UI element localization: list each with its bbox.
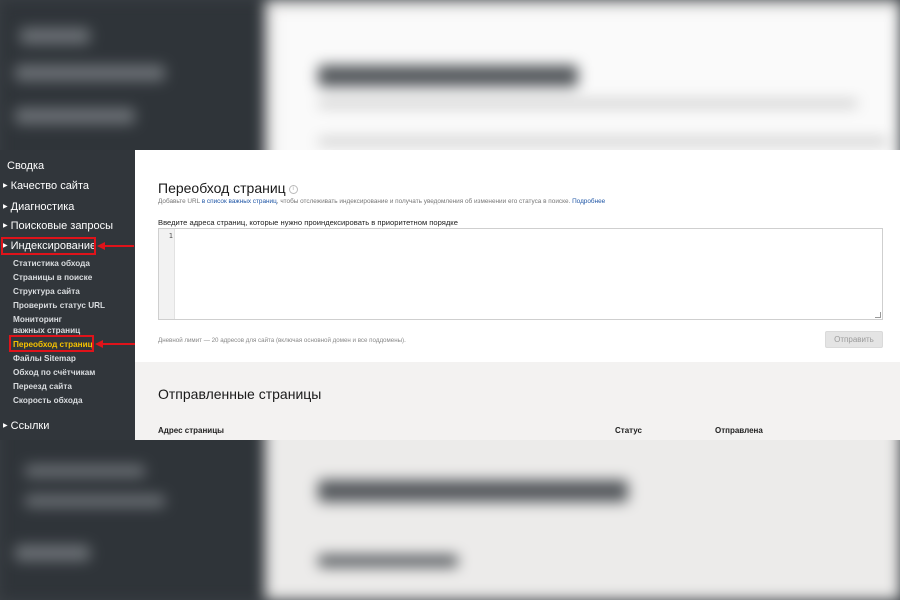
line-gutter: 1	[159, 229, 175, 319]
page-description: Добавьте URL в список важных страниц, чт…	[158, 198, 606, 205]
daily-limit-text: Дневной лимит — 20 адресов для сайта (вк…	[158, 337, 406, 344]
sidebar-subitem-check-url[interactable]: Проверить статус URL	[13, 300, 105, 311]
bg-nav-bar	[20, 28, 90, 44]
triangle-right-icon: ▶	[3, 204, 8, 210]
main-content: Переобход страниц i Добавьте URL в список…	[135, 150, 900, 440]
sidebar-item-diagnostics[interactable]: ▶ Диагностика	[3, 201, 74, 213]
sidebar-subitem-crawl-speed[interactable]: Скорость обхода	[13, 395, 83, 406]
resize-handle-icon[interactable]	[875, 312, 881, 318]
info-icon[interactable]: i	[288, 185, 298, 194]
bg-title	[318, 65, 578, 87]
bg-text	[318, 138, 888, 145]
annotation-box-recrawl	[9, 335, 94, 352]
line-number: 1	[168, 232, 173, 240]
sidebar-subitem-pages-in-search[interactable]: Страницы в поиске	[13, 272, 92, 283]
annotation-arrow-indexing	[104, 245, 134, 247]
sidebar-subitem-monitoring[interactable]: Мониторинг	[13, 314, 62, 325]
triangle-right-icon: ▶	[3, 183, 8, 189]
sidebar-item-search-queries[interactable]: ▶ Поисковые запросы	[3, 220, 113, 232]
sidebar-item-links[interactable]: ▶ Ссылки	[3, 420, 49, 432]
sidebar-subitem-crawl-stats[interactable]: Статистика обхода	[13, 258, 90, 269]
url-input-textarea[interactable]: 1	[158, 228, 883, 320]
sidebar-item-summary[interactable]: Сводка	[7, 160, 44, 172]
sidebar-subitem-sitemap[interactable]: Файлы Sitemap	[13, 353, 76, 364]
sidebar-subitem-site-move[interactable]: Переезд сайта	[13, 381, 72, 392]
url-input-label: Введите адреса страниц, которые нужно пр…	[158, 218, 458, 227]
more-link[interactable]: Подробнее	[572, 198, 605, 205]
arrow-left-icon	[97, 242, 105, 250]
column-header-status[interactable]: Статус	[615, 426, 642, 435]
screenshot: Сводка ▶ Качество сайта ▶ Диагностика ▶ Пои…	[0, 150, 900, 440]
bg-nav-bar	[25, 465, 145, 477]
bg-text	[318, 555, 458, 567]
important-pages-link[interactable]: в список важных страниц	[202, 198, 277, 205]
bg-title	[318, 480, 628, 502]
triangle-right-icon: ▶	[3, 423, 8, 429]
annotation-box-indexing	[1, 237, 96, 255]
bg-nav-bar	[15, 65, 165, 81]
arrow-left-icon	[95, 340, 103, 348]
recrawl-panel: Переобход страниц i Добавьте URL в список…	[135, 150, 900, 362]
bg-nav-bar	[15, 108, 135, 124]
sidebar: Сводка ▶ Качество сайта ▶ Диагностика ▶ Пои…	[0, 150, 135, 440]
sidebar-subitem-counter-crawl[interactable]: Обход по счётчикам	[13, 367, 95, 378]
page-title: Переобход страниц i	[158, 180, 298, 196]
triangle-right-icon: ▶	[3, 223, 8, 229]
sidebar-subitem-site-structure[interactable]: Структура сайта	[13, 286, 80, 297]
bg-text	[318, 100, 858, 107]
column-header-sent[interactable]: Отправлена	[715, 426, 763, 435]
bg-nav-bar	[15, 545, 90, 561]
sidebar-item-site-quality[interactable]: ▶ Качество сайта	[3, 180, 89, 192]
send-button[interactable]: Отправить	[825, 331, 883, 348]
sent-pages-title: Отправленные страницы	[158, 386, 322, 402]
bg-nav-bar	[25, 495, 165, 507]
annotation-arrow-recrawl	[102, 343, 135, 345]
column-header-address[interactable]: Адрес страницы	[158, 426, 224, 435]
